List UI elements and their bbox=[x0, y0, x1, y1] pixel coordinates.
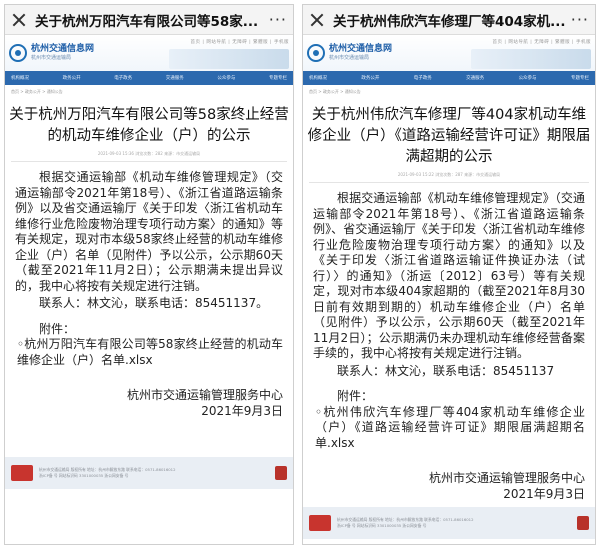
nav-item[interactable]: 交通服务 bbox=[166, 75, 184, 81]
site-logo-icon bbox=[9, 44, 27, 62]
site-name: 杭州交通信息网 bbox=[329, 44, 393, 54]
header-links[interactable]: 首页 | 网站导航 | 无障碍 | 繁體版 | 手机版 bbox=[492, 39, 591, 45]
article-paragraph: 根据交通运输部《机动车维修管理规定》（交通运输部令2021年第18号）、《浙江省… bbox=[313, 191, 585, 360]
breadcrumb[interactable]: 首页 > 政务公开 > 通知公告 bbox=[5, 85, 293, 95]
window-title: 关于杭州万阳汽车有限公司等58家... bbox=[35, 13, 259, 30]
breadcrumb[interactable]: 首页 > 政务公开 > 通知公告 bbox=[303, 85, 595, 95]
nav-item[interactable]: 政务公开 bbox=[63, 75, 81, 81]
attachment-item: ◦杭州万阳汽车有限公司等58家终止经营的机动车维修企业（户）名单.xlsx bbox=[17, 337, 284, 367]
site-subtitle: 杭州市交通运输局 bbox=[31, 55, 72, 61]
close-icon[interactable] bbox=[11, 12, 27, 28]
right-article-window: 关于杭州伟欣汽车修理厂等404家机... ··· 杭州交通信息网 杭州市交通运输… bbox=[302, 4, 596, 545]
attachment-label: 附件： bbox=[39, 321, 76, 336]
footer-text-2: 浙ICP备 号 网站标识码 3301000035 浙公网安备 号 bbox=[39, 473, 129, 478]
contact-line: 联系人：林文沁，联系电话：85451137 bbox=[337, 363, 555, 378]
more-options-icon[interactable]: ··· bbox=[269, 10, 287, 29]
window-title-bar: 关于杭州伟欣汽车修理厂等404家机... ··· bbox=[303, 5, 595, 35]
site-logo-icon bbox=[307, 44, 325, 62]
nav-item[interactable]: 政务公开 bbox=[361, 75, 379, 81]
site-subtitle: 杭州市交通运输局 bbox=[329, 55, 370, 61]
nav-item[interactable]: 交通服务 bbox=[466, 75, 484, 81]
site-header: 杭州交通信息网 杭州市交通运输局 首页 | 网站导航 | 无障碍 | 繁體版 |… bbox=[5, 35, 293, 71]
article-paragraph: 根据交通运输部《机动车维修管理规定》（交通运输部令2021年第18号）、《浙江省… bbox=[15, 170, 283, 293]
article-meta: 2021-09-03 15:22 浏览次数：287 来源：市交通运输局 bbox=[397, 172, 501, 177]
header-banner bbox=[471, 49, 591, 69]
site-footer: 杭州市交通运输局 版权所有 地址：杭州市解放东路 联系电话：0571-86016… bbox=[303, 507, 595, 539]
issuing-organization: 杭州市交通运输管理服务中心 bbox=[428, 471, 585, 485]
more-options-icon[interactable]: ··· bbox=[571, 10, 589, 29]
nav-item[interactable]: 专题专栏 bbox=[269, 75, 287, 81]
attachment-item: ◦杭州伟欣汽车修理厂等404家机动车维修企业（户）《道路运输经营许可证》期限届满… bbox=[315, 404, 586, 450]
article-title: 关于杭州万阳汽车有限公司等58家终止经营的机动车维修企业（户）的公示 bbox=[9, 107, 289, 144]
attachment-label: 附件： bbox=[337, 389, 374, 403]
article-meta: 2021-09-03 15:36 浏览次数：282 来源：市交通运输局 bbox=[97, 151, 201, 156]
gov-logo-icon[interactable] bbox=[11, 465, 33, 481]
nav-item[interactable]: 公众参与 bbox=[519, 75, 537, 81]
article-body: 根据交通运输部《机动车维修管理规定》（交通运输部令2021年第18号）、《浙江省… bbox=[303, 183, 595, 502]
article-title: 关于杭州伟欣汽车修理厂等404家机动车维修企业（户）《道路运输经营许可证》期限届… bbox=[307, 107, 591, 165]
nav-item[interactable]: 电子政务 bbox=[114, 75, 132, 81]
left-article-window: 关于杭州万阳汽车有限公司等58家... ··· 杭州交通信息网 杭州市交通运输局… bbox=[4, 4, 294, 545]
badge-icon[interactable] bbox=[577, 516, 589, 530]
window-title-bar: 关于杭州万阳汽车有限公司等58家... ··· bbox=[5, 5, 293, 35]
article-body: 根据交通运输部《机动车维修管理规定》（交通运输部令2021年第18号）、《浙江省… bbox=[5, 162, 293, 419]
attachment-link[interactable]: 杭州伟欣汽车修理厂等404家机动车维修企业（户）《道路运输经营许可证》期限届满超… bbox=[315, 405, 585, 450]
nav-item[interactable]: 机构概况 bbox=[309, 75, 327, 81]
site-name: 杭州交通信息网 bbox=[31, 44, 95, 54]
nav-item[interactable]: 电子政务 bbox=[414, 75, 432, 81]
nav-item[interactable]: 机构概况 bbox=[11, 75, 29, 81]
site-nav: 机构概况 政务公开 电子政务 交通服务 公众参与 专题专栏 bbox=[303, 71, 595, 85]
issue-date: 2021年9月3日 bbox=[503, 486, 585, 501]
nav-item[interactable]: 公众参与 bbox=[217, 75, 235, 81]
attachment-link[interactable]: 杭州万阳汽车有限公司等58家终止经营的机动车维修企业（户）名单.xlsx bbox=[17, 337, 283, 367]
site-nav: 机构概况 政务公开 电子政务 交通服务 公众参与 专题专栏 bbox=[5, 71, 293, 85]
issue-date: 2021年9月3日 bbox=[201, 403, 283, 418]
site-footer: 杭州市交通运输局 版权所有 地址：杭州市解放东路 联系电话：0571-86016… bbox=[5, 457, 293, 489]
close-icon[interactable] bbox=[309, 12, 325, 28]
contact-line: 联系人：林文沁，联系电话：85451137。 bbox=[39, 296, 269, 310]
badge-icon[interactable] bbox=[275, 466, 287, 480]
footer-text-2: 浙ICP备 号 网站标识码 3301000035 浙公网安备 号 bbox=[337, 523, 427, 528]
header-links[interactable]: 首页 | 网站导航 | 无障碍 | 繁體版 | 手机版 bbox=[190, 39, 289, 45]
header-banner bbox=[169, 49, 289, 69]
nav-item[interactable]: 专题专栏 bbox=[571, 75, 589, 81]
window-title: 关于杭州伟欣汽车修理厂等404家机... bbox=[333, 13, 566, 30]
issuing-organization: 杭州市交通运输管理服务中心 bbox=[126, 388, 283, 402]
gov-logo-icon[interactable] bbox=[309, 515, 331, 531]
site-header: 杭州交通信息网 杭州市交通运输局 首页 | 网站导航 | 无障碍 | 繁體版 |… bbox=[303, 35, 595, 71]
